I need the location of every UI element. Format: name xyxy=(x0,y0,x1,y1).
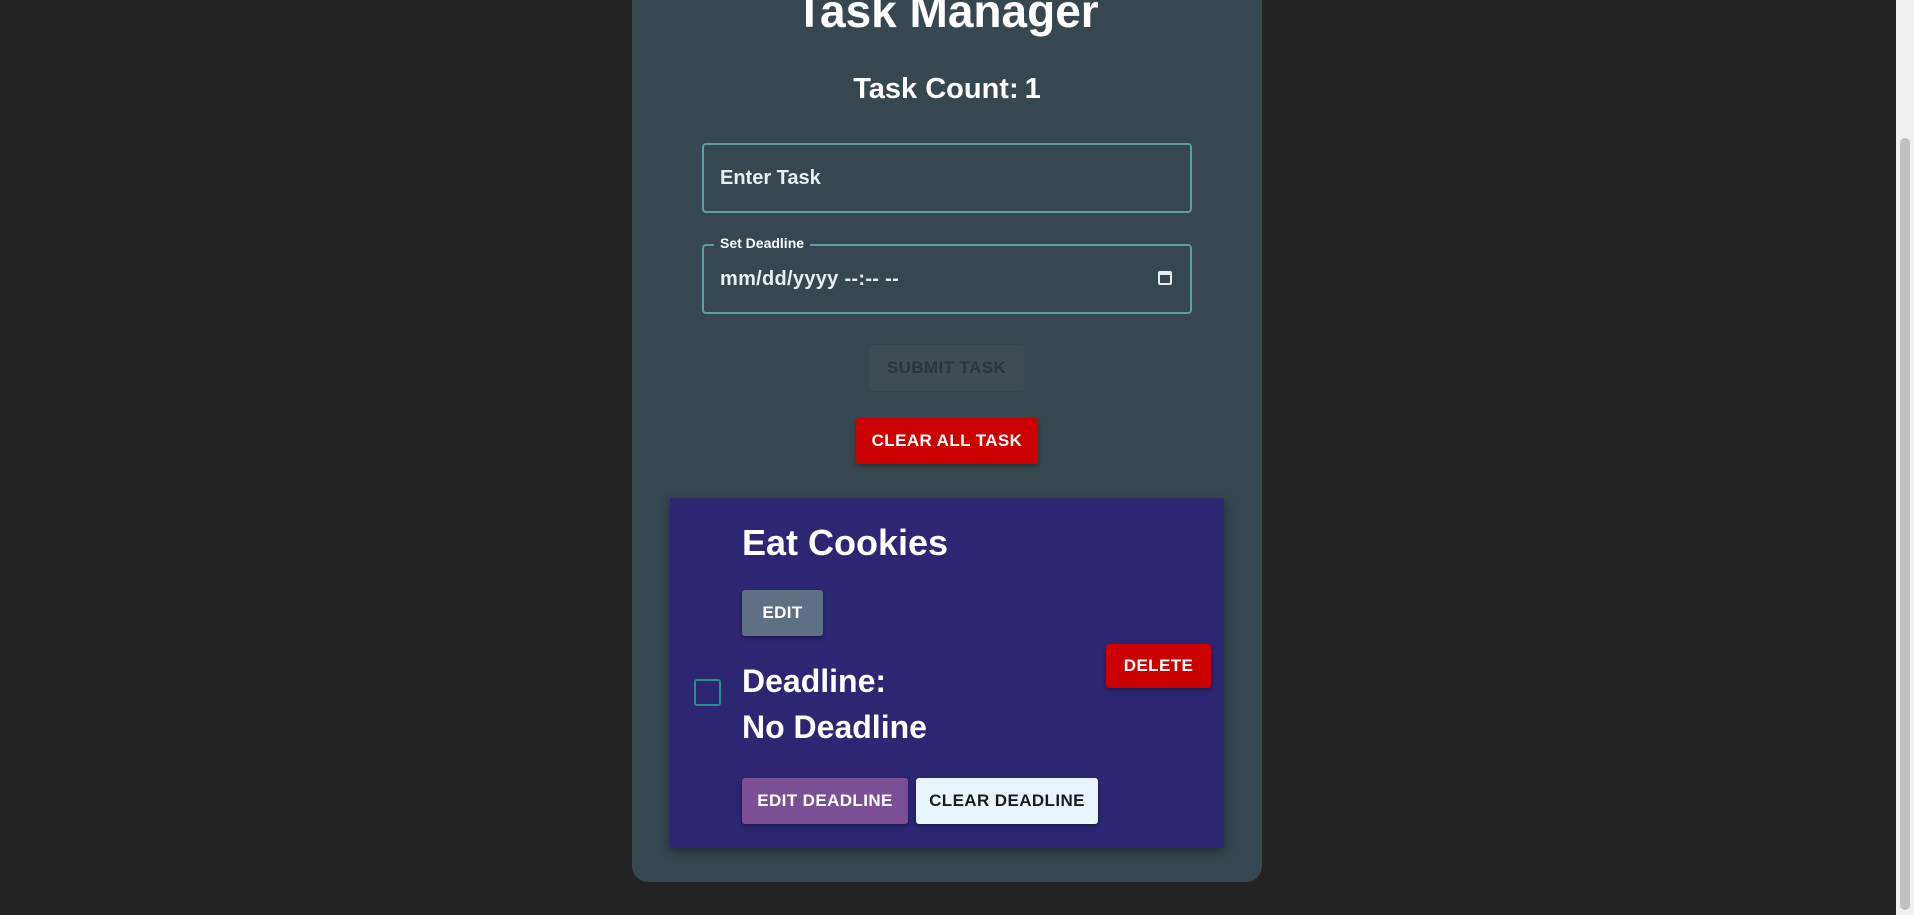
page: Task Manager Task Count:1 Set Deadline m… xyxy=(0,0,1914,915)
deadline-input[interactable]: mm/dd/yyyy --:-- -- xyxy=(720,246,899,312)
page-title: Task Manager xyxy=(795,0,1099,37)
task-count-value: 1 xyxy=(1024,73,1041,105)
clear-deadline-button[interactable]: CLEAR DEADLINE xyxy=(916,778,1098,824)
task-complete-checkbox[interactable] xyxy=(694,679,721,706)
calendar-icon[interactable] xyxy=(1158,271,1172,285)
submit-task-button[interactable]: SUBMIT TASK xyxy=(869,345,1024,391)
task-input[interactable] xyxy=(704,145,1190,211)
scrollbar-thumb[interactable] xyxy=(1900,138,1910,910)
task-deadline-label: Deadline: xyxy=(742,663,887,699)
clear-all-task-button[interactable]: CLEAR ALL TASK xyxy=(856,418,1038,464)
task-item: Eat Cookies EDIT Deadline: No Deadline D… xyxy=(670,498,1224,847)
deadline-field[interactable]: Set Deadline mm/dd/yyyy --:-- -- xyxy=(702,235,1192,314)
delete-task-button[interactable]: DELETE xyxy=(1106,644,1211,688)
edit-task-button[interactable]: EDIT xyxy=(742,590,823,636)
task-count-label: Task Count: xyxy=(853,73,1019,105)
page-scrollbar[interactable] xyxy=(1896,0,1914,915)
task-deadline-value: No Deadline xyxy=(742,709,927,745)
task-deadline: Deadline: No Deadline xyxy=(742,658,927,750)
edit-deadline-button[interactable]: EDIT DEADLINE xyxy=(742,778,908,824)
task-name: Eat Cookies xyxy=(742,522,949,563)
task-manager-card: Task Manager Task Count:1 Set Deadline m… xyxy=(632,0,1262,882)
task-count: Task Count: 1 xyxy=(632,73,1262,106)
task-field xyxy=(702,143,1192,213)
